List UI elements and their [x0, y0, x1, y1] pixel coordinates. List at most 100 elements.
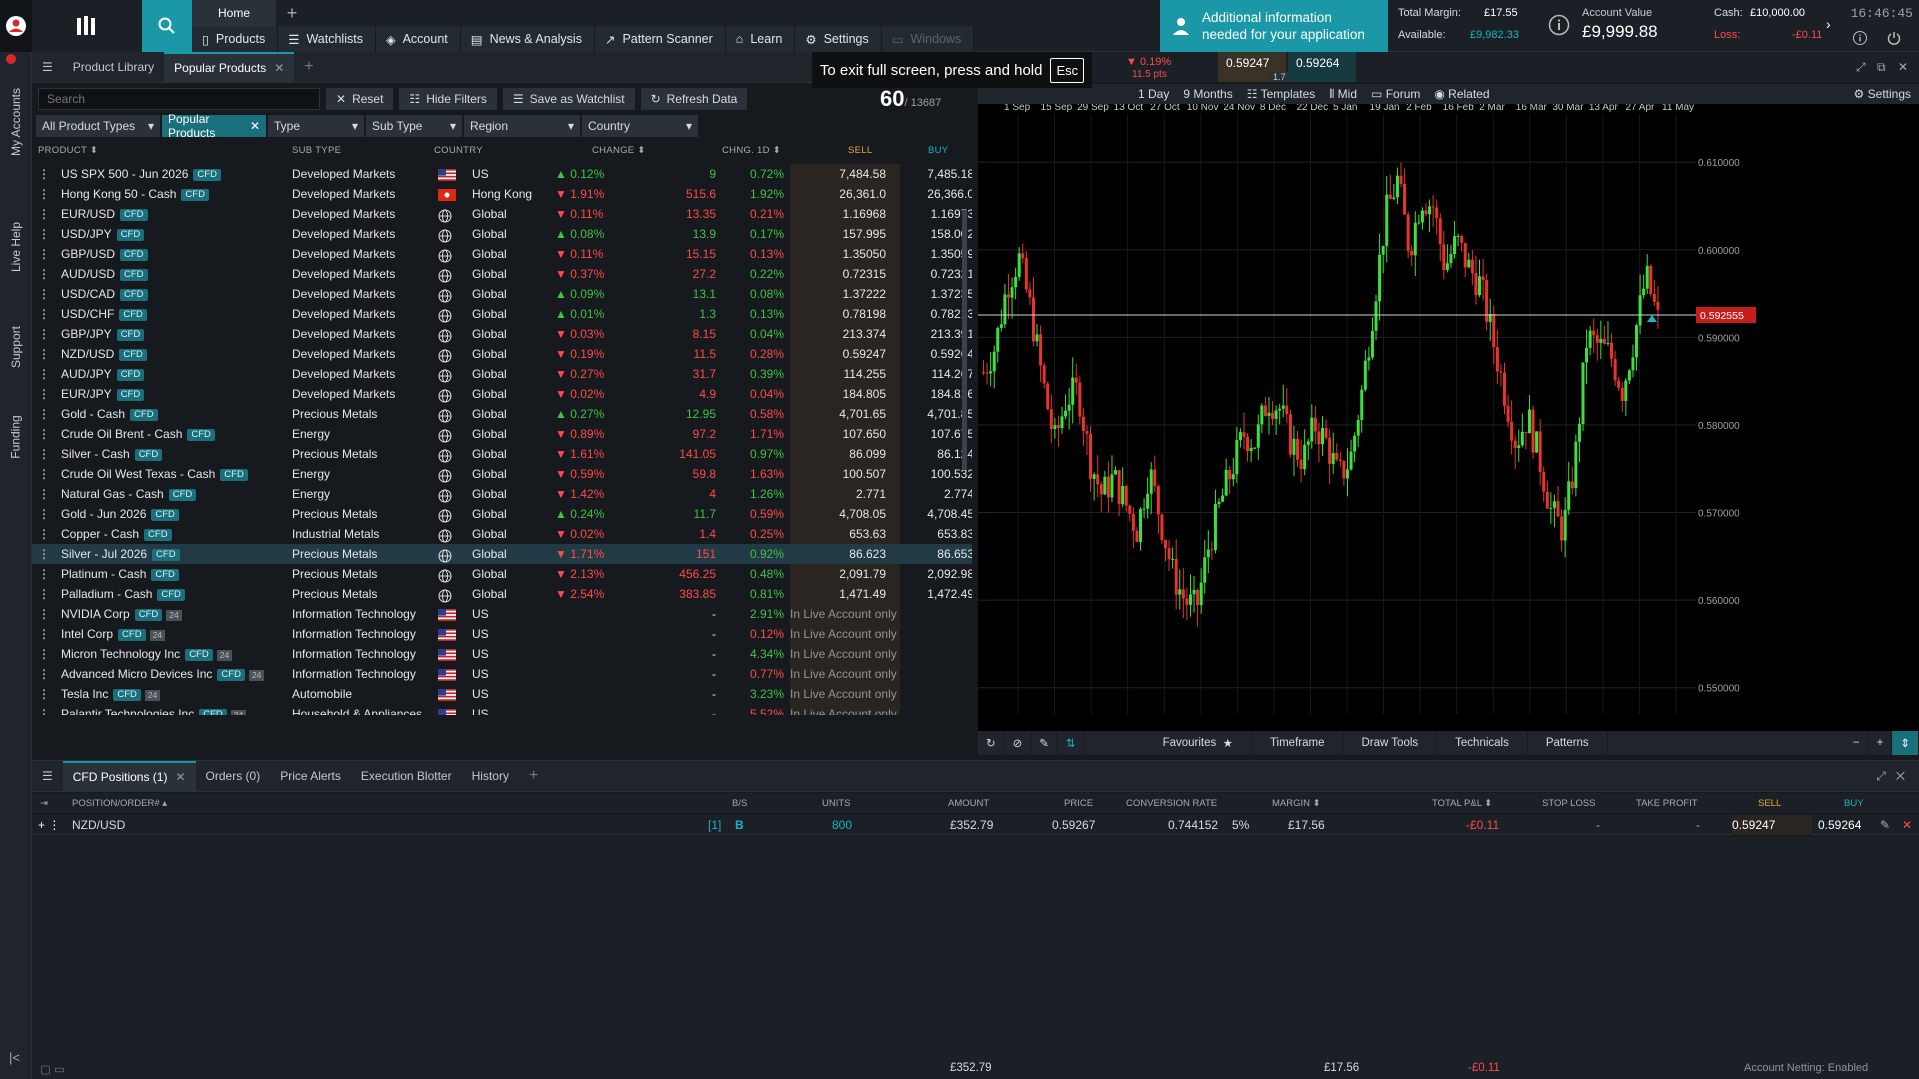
tab-price-alerts[interactable]: Price Alerts [270, 761, 351, 792]
table-row[interactable]: ⋮ Copper - Cash CFD Industrial Metals Global… [32, 524, 972, 544]
row-menu-icon[interactable]: ⋮ [38, 587, 50, 601]
buy-price[interactable]: 2.774 [904, 487, 972, 501]
buy-price[interactable]: 1,472.49 [904, 587, 972, 601]
table-row[interactable]: ⋮ Natural Gas - Cash CFD Energy Global ▼ 1.42… [32, 484, 972, 504]
row-menu-icon[interactable]: ⋮ [38, 307, 50, 321]
col-take-profit[interactable]: TAKE PROFIT [1636, 798, 1698, 809]
add-tab-button[interactable]: + [280, 0, 304, 26]
col-total-pnl[interactable]: TOTAL P&L ⬍ [1432, 798, 1492, 809]
product-name[interactable]: NVIDIA Corp CFD 24 [61, 607, 182, 621]
pencil-icon[interactable]: ✎ [1031, 731, 1058, 755]
table-row[interactable]: ⋮ Gold - Cash CFD Precious Metals Global ▲ 0.… [32, 404, 972, 424]
timeframe-1day[interactable]: 1 Day [1138, 87, 1169, 101]
forum-button[interactable]: ▭ Forum [1371, 87, 1420, 101]
sell-price[interactable]: 653.63 [790, 527, 894, 541]
sell-price[interactable]: 26,361.0 [790, 187, 894, 201]
product-name[interactable]: USD/JPY CFD [61, 227, 145, 241]
nav-pattern-scanner[interactable]: ↗ Pattern Scanner [595, 26, 726, 52]
product-name[interactable]: Natural Gas - Cash CFD [61, 487, 197, 501]
col-units[interactable]: UNITS [822, 798, 851, 809]
row-menu-icon[interactable]: ⋮ [38, 527, 50, 541]
sell-price[interactable]: 86.099 [790, 447, 894, 461]
maximize-icon[interactable]: ⤢ ✕ [1876, 769, 1905, 784]
expand-all-icon[interactable]: ⇥ [40, 798, 48, 809]
period-9-months[interactable]: 9 Months [1183, 87, 1232, 101]
mid-button[interactable]: ⫴ Mid [1329, 87, 1357, 102]
patterns-button[interactable]: Patterns [1528, 731, 1608, 755]
row-menu-icon[interactable]: ⋮ [38, 287, 50, 301]
table-row[interactable]: ⋮ AUD/JPY CFD Developed Markets Global ▼ 0.27… [32, 364, 972, 384]
table-row[interactable]: ⋮ Crude Oil West Texas - Cash CFD Energy Glo… [32, 464, 972, 484]
sell-price[interactable]: 1.16968 [790, 207, 894, 221]
row-menu-icon[interactable]: ⋮ [38, 627, 50, 641]
chart-settings-button[interactable]: ⚙ Settings [1854, 87, 1911, 101]
position-take-profit[interactable]: - [1696, 818, 1700, 832]
close-icon[interactable]: ✕ [274, 61, 284, 75]
row-menu-icon[interactable]: ⋮ [38, 207, 50, 221]
product-name[interactable]: Palantir Technologies Inc CFD 24 [61, 707, 247, 715]
row-menu-icon[interactable]: ⋮ [38, 467, 50, 481]
table-row[interactable]: ⋮ Micron Technology Inc CFD 24 Information T… [32, 644, 972, 664]
product-name[interactable]: AUD/JPY CFD [61, 367, 145, 381]
tab-cfd-positions[interactable]: CFD Positions (1) ✕ [62, 760, 196, 792]
tab-popular-products[interactable]: Popular Products ✕ [164, 51, 295, 83]
product-name[interactable]: EUR/JPY CFD [61, 387, 145, 401]
product-name[interactable]: Advanced Micro Devices Inc CFD 24 [61, 667, 265, 681]
product-name[interactable]: USD/CAD CFD [61, 287, 148, 301]
row-menu-icon[interactable]: ⋮ [38, 187, 50, 201]
sell-price[interactable]: 1.35050 [790, 247, 894, 261]
panel-menu-icon[interactable]: ☰ [32, 761, 63, 792]
position-row[interactable]: + ⋮ NZD/USD [1] B 800 £352.79 0.59267 0.… [32, 815, 1919, 835]
row-menu-icon[interactable]: ⋮ [38, 387, 50, 401]
sell-price[interactable]: 2,091.79 [790, 567, 894, 581]
sell-price[interactable]: In Live Account only [790, 607, 897, 621]
edit-icon[interactable]: ✎ [1880, 818, 1890, 832]
sell-price[interactable]: 1,471.49 [790, 587, 894, 601]
close-position-icon[interactable]: ✕ [1902, 818, 1912, 832]
save-watchlist-button[interactable]: ☰ Save as Watchlist [502, 88, 635, 110]
row-menu-icon[interactable]: ⋮ [38, 407, 50, 421]
side-funding[interactable]: Funding [0, 392, 32, 482]
home-tab[interactable]: Home [192, 0, 276, 26]
expand-chevron-icon[interactable]: › [1826, 16, 1831, 32]
sell-price[interactable]: 86.623 [790, 547, 894, 561]
sell-price[interactable]: 0.59247 [790, 347, 894, 361]
buy-price[interactable]: 26,366.0 [904, 187, 972, 201]
no-entry-icon[interactable]: ⊘ [1005, 731, 1032, 755]
row-menu-icon[interactable]: ⋮ [38, 167, 50, 181]
col-buy[interactable]: BUY [1844, 798, 1864, 809]
position-sell[interactable]: 0.59247 [1732, 818, 1775, 832]
row-menu-icon[interactable]: ⋮ [38, 487, 50, 501]
col-position[interactable]: POSITION/ORDER# ▴ [72, 798, 167, 809]
maximize-icon[interactable]: ⤢ [1856, 60, 1866, 75]
col-bs[interactable]: B/S [732, 798, 747, 809]
product-name[interactable]: Gold - Cash CFD [61, 407, 158, 421]
sell-price[interactable]: 157.995 [790, 227, 894, 241]
row-menu-icon[interactable]: ⋮ [38, 427, 50, 441]
row-menu-icon[interactable]: ⋮ [38, 267, 50, 281]
sell-price[interactable]: 4,701.65 [790, 407, 894, 421]
product-name[interactable]: Intel Corp CFD 24 [61, 627, 166, 641]
sell-price[interactable]: 7,484.58 [790, 167, 894, 181]
region-dropdown[interactable]: Region ▾ [464, 115, 580, 137]
buy-price[interactable]: 86.653 [904, 547, 972, 561]
row-menu-icon[interactable]: ⋮ [38, 667, 50, 681]
table-row[interactable]: ⋮ US SPX 500 - Jun 2026 CFD Developed Marke… [32, 164, 972, 184]
nav-watchlists[interactable]: ☰ Watchlists [278, 26, 376, 52]
tab-product-library[interactable]: Product Library [63, 52, 164, 83]
close-icon[interactable]: ✕ [175, 770, 185, 784]
sell-price[interactable]: 100.507 [790, 467, 894, 481]
product-name[interactable]: Palladium - Cash CFD [61, 587, 185, 601]
buy-price[interactable]: 2,092.98 [904, 567, 972, 581]
help-icon[interactable] [1852, 30, 1868, 46]
row-menu-icon[interactable]: ⋮ [38, 647, 50, 661]
popout-icon[interactable]: ⧉ [1877, 60, 1886, 75]
table-row[interactable]: ⋮ Hong Kong 50 - Cash CFD Developed Markets… [32, 184, 972, 204]
row-menu-icon[interactable]: ⋮ [38, 607, 50, 621]
zoom-out-icon[interactable]: − [1845, 731, 1869, 755]
table-row[interactable]: ⋮ Platinum - Cash CFD Precious Metals Global… [32, 564, 972, 584]
col-margin[interactable]: MARGIN ⬍ [1272, 798, 1321, 809]
sell-price[interactable]: In Live Account only [790, 707, 897, 715]
sell-price[interactable]: In Live Account only [790, 647, 897, 661]
expand-icon[interactable]: + ⋮ [38, 818, 60, 832]
